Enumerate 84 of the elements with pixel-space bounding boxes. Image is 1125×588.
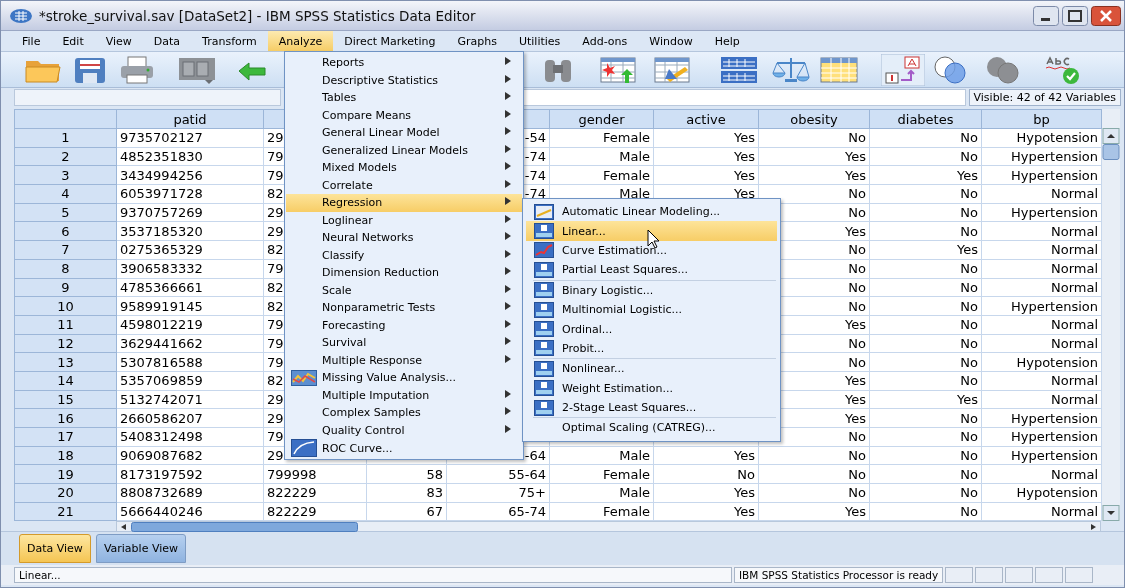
submenu-arrow-icon — [504, 266, 512, 277]
column-header[interactable]: obesity — [758, 109, 870, 129]
table-icon[interactable] — [819, 54, 859, 85]
submenu-arrow-icon — [504, 301, 512, 312]
submenu-arrow-icon — [504, 353, 512, 364]
curve-icon — [291, 439, 317, 457]
submenu-arrow-icon — [504, 336, 512, 347]
menu-item[interactable]: Edit — [51, 31, 95, 51]
scroll-up-icon[interactable] — [1102, 128, 1120, 144]
menu-item[interactable]: View — [94, 31, 143, 51]
view-tab[interactable]: Data View — [19, 534, 91, 563]
submenu-arrow-icon — [504, 388, 512, 399]
close-button[interactable] — [1091, 5, 1121, 26]
menu-item[interactable]: Analyze — [267, 31, 334, 51]
submenu-arrow-icon — [504, 423, 512, 434]
table-star-icon[interactable] — [599, 54, 639, 85]
menu-item[interactable]: Add-ons — [571, 31, 639, 51]
submenu-arrow-icon — [504, 56, 512, 67]
submenu-arrow-icon — [504, 231, 512, 242]
submenu-arrow-icon — [504, 248, 512, 259]
menu-item[interactable]: Linear... — [526, 221, 777, 241]
menu-item[interactable]: Tables — [286, 89, 522, 107]
status-panel — [945, 567, 974, 583]
view-tab[interactable]: Variable View — [95, 534, 186, 563]
maximize-button[interactable] — [1062, 5, 1088, 26]
processor-status: IBM SPSS Statistics Processor is ready — [734, 567, 944, 583]
submenu-arrow-icon — [504, 126, 512, 137]
plot-icon — [534, 203, 554, 220]
menu-item[interactable]: Window — [638, 31, 704, 51]
minimize-button[interactable] — [1033, 5, 1059, 26]
column-header[interactable]: active — [653, 109, 759, 129]
window-title: *stroke_survival.sav [DataSet2] - IBM SPSS Statistics Data Editor — [39, 7, 477, 24]
submenu-arrow-icon — [504, 73, 512, 84]
split-table-icon[interactable] — [719, 54, 759, 85]
menu-item[interactable]: Utilities — [507, 31, 572, 51]
submenu-arrow-icon — [504, 318, 512, 329]
procedure-icon — [534, 399, 554, 416]
submenu-arrow-icon — [504, 143, 512, 154]
column-header[interactable]: bp — [981, 109, 1102, 129]
menu-item[interactable]: Descriptive Statistics — [286, 71, 522, 89]
menu-item[interactable]: Data — [142, 31, 192, 51]
procedure-icon — [534, 223, 554, 240]
procedure-icon — [534, 340, 554, 357]
procedure-icon — [534, 261, 554, 278]
status-message: Linear... — [14, 567, 732, 583]
status-panel — [975, 567, 1004, 583]
column-header[interactable]: patid — [116, 109, 264, 129]
scroll-down-icon[interactable] — [1102, 505, 1120, 522]
menu-item[interactable]: File — [11, 31, 52, 51]
table-ruler-icon[interactable] — [653, 54, 693, 85]
procedure-icon — [534, 321, 554, 338]
menu-item[interactable]: Regression — [286, 194, 522, 212]
curve-icon — [534, 242, 554, 259]
procedure-icon — [534, 301, 554, 318]
column-header[interactable]: diabetes — [869, 109, 982, 129]
submenu-arrow-icon — [504, 213, 512, 224]
visible-variables-label: Visible: 42 of 42 Variables — [968, 89, 1121, 106]
menu-item[interactable]: Reports — [286, 54, 522, 72]
submenu-arrow-icon — [504, 91, 512, 102]
cell-name-field[interactable] — [14, 89, 281, 106]
menu-item[interactable]: Help — [703, 31, 751, 51]
submenu-arrow-icon — [504, 196, 512, 207]
status-panel — [1005, 567, 1034, 583]
column-header[interactable]: gender — [549, 109, 654, 129]
procedure-icon — [534, 282, 554, 299]
chart-icon — [291, 369, 317, 386]
procedure-icon — [534, 380, 554, 397]
status-panel — [1035, 567, 1064, 583]
scroll-thumb[interactable] — [1102, 144, 1120, 160]
submenu-arrow-icon — [504, 283, 512, 294]
submenu-arrow-icon — [504, 178, 512, 189]
label-toggle-icon[interactable] — [881, 53, 925, 86]
status-panel — [1065, 567, 1094, 583]
menu-item[interactable]: Direct Marketing — [333, 31, 447, 51]
submenu-arrow-icon — [504, 108, 512, 119]
procedure-icon — [534, 360, 554, 377]
app-icon — [9, 7, 33, 24]
scroll-thumb[interactable] — [131, 522, 358, 533]
menu-item[interactable]: Graphs — [446, 31, 508, 51]
menu-item[interactable]: Compare Means — [286, 106, 522, 124]
submenu-arrow-icon — [504, 406, 512, 417]
submenu-arrow-icon — [504, 161, 512, 172]
menu-item[interactable]: Transform — [191, 31, 268, 51]
print-icon[interactable] — [119, 54, 155, 85]
